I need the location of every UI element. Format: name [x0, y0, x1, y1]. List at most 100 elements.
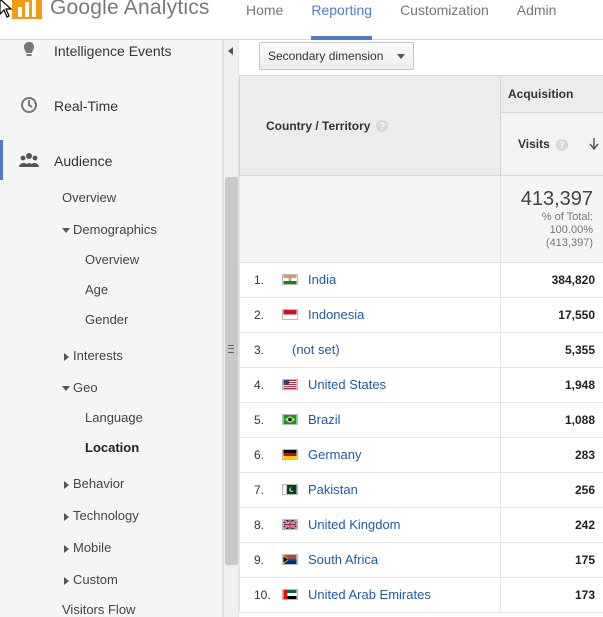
visits-value: 384,820: [500, 262, 603, 298]
uae-flag-icon: [282, 589, 298, 600]
main-nav: Home Reporting Customization Admin: [232, 0, 570, 40]
sidebar-item-geo[interactable]: Geo: [62, 380, 98, 395]
sidebar-item-intelligence-events[interactable]: Intelligence Events: [0, 40, 223, 64]
country-cell: 4. United States: [239, 367, 501, 403]
tab-home[interactable]: Home: [232, 0, 297, 40]
sidebar-item-audience[interactable]: Audience: [0, 147, 223, 173]
row-rank: 3.: [254, 343, 265, 357]
visits-column-header[interactable]: Visits?: [500, 112, 603, 176]
country-link[interactable]: India: [308, 272, 336, 287]
sidebar-item-custom[interactable]: Custom: [64, 572, 118, 587]
table-row: 1. India 384,820: [239, 262, 603, 298]
totals-cell: 413,397 % of Total: 100.00% (413,397): [500, 175, 603, 263]
tab-reporting[interactable]: Reporting: [297, 0, 386, 40]
country-link[interactable]: Brazil: [308, 412, 341, 427]
sidebar-item-label: Custom: [73, 572, 118, 587]
south-africa-flag-icon: [282, 554, 298, 565]
country-link[interactable]: United Kingdom: [308, 517, 401, 532]
us-flag-icon: [282, 379, 298, 390]
tab-customization[interactable]: Customization: [386, 0, 503, 40]
sidebar-item-real-time[interactable]: Real-Time: [0, 92, 223, 118]
sidebar-item-label: Audience: [54, 153, 113, 169]
country-link[interactable]: Pakistan: [308, 482, 358, 497]
sidebar-item-demographics-overview[interactable]: Overview: [85, 252, 139, 267]
logo-text: Google Analytics: [50, 0, 210, 19]
visits-value: 5,355: [500, 332, 603, 368]
help-icon[interactable]: ?: [555, 138, 568, 151]
total-visits: 413,397: [520, 188, 593, 210]
sidebar-scrollbar[interactable]: [223, 40, 239, 617]
sidebar-item-mobile[interactable]: Mobile: [64, 540, 111, 555]
sidebar-item-demographics[interactable]: Demographics: [62, 222, 157, 237]
lightbulb-icon: [24, 42, 34, 56]
table-row: 7. Pakistan 256: [239, 472, 603, 508]
grip-icon: [228, 345, 234, 353]
logo[interactable]: Google Analytics: [0, 0, 210, 22]
country-cell: 6. Germany: [239, 437, 501, 473]
country-link[interactable]: United States: [308, 377, 386, 392]
chevron-down-icon: [62, 386, 70, 392]
table-row: 8. United Kingdom 242: [239, 507, 603, 543]
chevron-right-icon: [64, 480, 69, 489]
sidebar-item-visitors-flow[interactable]: Visitors Flow: [62, 602, 135, 617]
country-link[interactable]: (not set): [292, 342, 340, 357]
help-icon[interactable]: ?: [376, 120, 389, 133]
sidebar-item-label: Behavior: [73, 476, 125, 491]
india-flag-icon: [282, 274, 298, 285]
sidebar-item-age[interactable]: Age: [85, 282, 108, 297]
row-rank: 6.: [254, 448, 265, 462]
uk-flag-icon: [282, 519, 298, 530]
sidebar: Intelligence Events Real-Time Audience O…: [0, 40, 223, 617]
visits-value: 173: [500, 577, 603, 613]
country-link[interactable]: Germany: [308, 447, 361, 462]
table-row: 9. South Africa 175: [239, 542, 603, 578]
row-rank: 4.: [254, 378, 265, 392]
people-icon: [19, 153, 39, 167]
chevron-right-icon: [64, 352, 69, 361]
country-link[interactable]: United Arab Emirates: [308, 587, 431, 602]
germany-flag-icon: [282, 449, 298, 460]
table-row: 10. United Arab Emirates 173: [239, 577, 603, 613]
country-cell: 10. United Arab Emirates: [239, 577, 501, 613]
mouse-cursor-icon: [0, 0, 13, 18]
table-row: 4. United States 1,948: [239, 367, 603, 403]
tab-admin[interactable]: Admin: [503, 0, 571, 40]
pakistan-flag-icon: [282, 484, 298, 495]
sidebar-item-label: Intelligence Events: [54, 43, 172, 59]
total-of: (413,397): [545, 237, 593, 249]
row-rank: 1.: [254, 273, 265, 287]
sidebar-item-label: Geo: [73, 380, 98, 395]
chevron-right-icon: [64, 576, 69, 585]
sort-descending-icon[interactable]: [589, 138, 599, 150]
country-cell: 3. (not set): [239, 332, 501, 368]
country-cell: 9. South Africa: [239, 542, 501, 578]
sidebar-item-language[interactable]: Language: [85, 410, 143, 425]
visits-value: 256: [500, 472, 603, 508]
sidebar-item-interests[interactable]: Interests: [64, 348, 123, 363]
secondary-dimension-dropdown[interactable]: Secondary dimension: [259, 42, 415, 70]
sidebar-item-gender[interactable]: Gender: [85, 312, 128, 327]
chevron-right-icon: [64, 544, 69, 553]
sidebar-item-label: Real-Time: [54, 98, 119, 114]
chevron-right-icon: [64, 512, 69, 521]
total-pct-label: % of Total:: [541, 211, 593, 223]
acquisition-group-header: Acquisition: [500, 75, 603, 113]
column-header-label: Visits: [518, 137, 550, 151]
collapse-sidebar-icon[interactable]: [228, 47, 233, 55]
country-cell: 1. India: [239, 262, 501, 298]
sidebar-item-location[interactable]: Location: [85, 440, 139, 455]
country-cell: 8. United Kingdom: [239, 507, 501, 543]
visits-value: 1,088: [500, 402, 603, 438]
sidebar-item-behavior[interactable]: Behavior: [64, 476, 124, 491]
totals-label-cell: [239, 175, 501, 263]
country-link[interactable]: Indonesia: [308, 307, 364, 322]
sidebar-item-technology[interactable]: Technology: [64, 508, 139, 523]
country-column-header[interactable]: Country / Territory?: [239, 75, 501, 176]
sidebar-item-overview[interactable]: Overview: [62, 190, 116, 205]
table-row: 3. (not set) 5,355: [239, 332, 603, 368]
country-cell: 5. Brazil: [239, 402, 501, 438]
scrollbar-thumb[interactable]: [225, 177, 238, 565]
visits-value: 175: [500, 542, 603, 578]
sidebar-item-label: Demographics: [73, 222, 157, 237]
country-link[interactable]: South Africa: [308, 552, 378, 567]
